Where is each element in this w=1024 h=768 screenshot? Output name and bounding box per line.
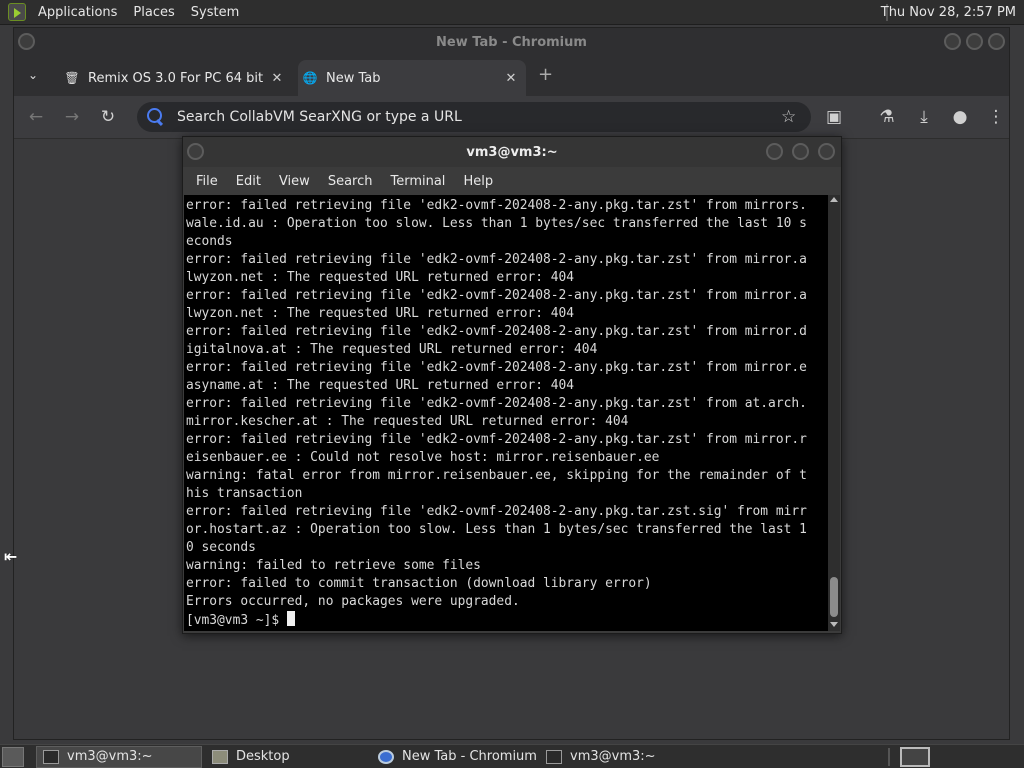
terminal-line: error: failed retrieving file 'edk2-ovmf… — [186, 432, 807, 447]
scroll-up-arrow-icon[interactable] — [830, 197, 838, 202]
window-title: New Tab - Chromium — [436, 34, 587, 50]
top-panel: Applications Places System Thu Nov 28, 2… — [0, 0, 1024, 25]
new-tab-plus-icon[interactable]: + — [538, 64, 553, 85]
bottom-taskbar: vm3@vm3:~ Desktop New Tab - Chromium vm3… — [0, 744, 1024, 768]
folder-icon — [212, 749, 228, 764]
clock[interactable]: Thu Nov 28, 2:57 PM — [877, 0, 1020, 25]
window-title: vm3@vm3:~ — [466, 144, 558, 160]
tray-separator — [888, 748, 890, 766]
minimize-button[interactable] — [944, 33, 961, 50]
window-menu-button[interactable] — [187, 143, 204, 160]
terminal-prompt-line: [vm3@vm3 ~]$ — [186, 611, 828, 630]
menu-edit[interactable]: Edit — [227, 174, 270, 189]
terminal-menubar: File Edit View Search Terminal Help — [183, 167, 841, 195]
distro-logo-icon[interactable] — [8, 3, 26, 21]
globe-icon: 🌐 — [302, 71, 318, 85]
terminal-line: warning: fatal error from mirror.reisenb… — [186, 468, 807, 483]
tab-search-chevron-down-icon[interactable]: ⌄ — [28, 68, 38, 82]
terminal-line: error: failed retrieving file 'edk2-ovmf… — [186, 504, 807, 519]
profile-avatar-icon[interactable]: ● — [948, 105, 972, 129]
terminal-line: eisenbauer.ee : Could not resolve host: … — [186, 450, 660, 465]
search-icon — [145, 107, 165, 127]
browser-toolbar: ← → ↻ Search CollabVM SearXNG or type a … — [14, 96, 1009, 138]
menu-search[interactable]: Search — [319, 174, 382, 189]
taskbar-item-label: vm3@vm3:~ — [570, 749, 656, 764]
kebab-menu-icon[interactable]: ⋮ — [984, 105, 1008, 129]
terminal-line: error: failed retrieving file 'edk2-ovmf… — [186, 198, 807, 213]
terminal-line: error: failed to commit transaction (dow… — [186, 576, 652, 591]
tab-close-icon[interactable]: ✕ — [268, 71, 286, 86]
taskbar-item-label: vm3@vm3:~ — [67, 749, 153, 764]
terminal-line: his transaction — [186, 486, 303, 501]
labs-flask-icon[interactable]: ⚗ — [875, 105, 899, 129]
terminal-line: 0 seconds — [186, 540, 256, 555]
maximize-button[interactable] — [966, 33, 983, 50]
tab-label: New Tab — [326, 70, 381, 86]
terminal-line: igitalnova.at : The requested URL return… — [186, 342, 598, 357]
tab-strip: ⌄ 🗑 Remix OS 3.0 For PC 64 bit L ✕ 🌐 New… — [14, 56, 1009, 96]
terminal-line: error: failed retrieving file 'edk2-ovmf… — [186, 360, 807, 375]
bookmark-star-icon[interactable]: ☆ — [781, 107, 801, 127]
taskbar-item-label: New Tab - Chromium — [402, 749, 537, 764]
tab-new-tab[interactable]: 🌐 New Tab ✕ — [298, 60, 526, 96]
taskbar-item-chromium[interactable]: New Tab - Chromium — [372, 746, 540, 768]
taskbar-item-desktop[interactable]: Desktop — [206, 746, 372, 768]
tab-close-icon[interactable]: ✕ — [502, 71, 520, 86]
taskbar-item-terminal[interactable]: vm3@vm3:~ — [36, 745, 202, 768]
terminal-line: error: failed retrieving file 'edk2-ovmf… — [186, 252, 807, 267]
chromium-titlebar[interactable]: New Tab - Chromium — [14, 28, 1009, 56]
terminal-prompt: [vm3@vm3 ~]$ — [186, 613, 287, 628]
terminal-text: error: failed retrieving file 'edk2-ovmf… — [184, 195, 828, 630]
menu-file[interactable]: File — [187, 174, 227, 189]
terminal-line: or.hostart.az : Operation too slow. Less… — [186, 522, 807, 537]
menu-system[interactable]: System — [183, 0, 247, 25]
terminal-titlebar[interactable]: vm3@vm3:~ — [183, 137, 841, 167]
terminal-line: Errors occurred, no packages were upgrad… — [186, 594, 520, 609]
terminal-icon — [43, 749, 59, 764]
download-icon[interactable]: ⤓ — [912, 105, 936, 129]
terminal-output[interactable]: error: failed retrieving file 'edk2-ovmf… — [184, 195, 828, 631]
terminal-line: wale.id.au : Operation too slow. Less th… — [186, 216, 807, 231]
close-button[interactable] — [818, 143, 835, 160]
terminal-line: warning: failed to retrieve some files — [186, 558, 481, 573]
terminal-line: lwyzon.net : The requested URL returned … — [186, 270, 575, 285]
terminal-line: lwyzon.net : The requested URL returned … — [186, 306, 575, 321]
scrollbar-thumb[interactable] — [830, 577, 838, 617]
menu-help[interactable]: Help — [454, 174, 502, 189]
menu-places[interactable]: Places — [125, 0, 182, 25]
terminal-line: error: failed retrieving file 'edk2-ovmf… — [186, 324, 807, 339]
text-cursor — [286, 611, 295, 626]
extensions-puzzle-icon[interactable]: ▣ — [822, 105, 846, 129]
window-menu-button[interactable] — [18, 33, 35, 50]
terminal-line: error: failed retrieving file 'edk2-ovmf… — [186, 396, 807, 411]
menu-applications[interactable]: Applications — [30, 0, 125, 25]
tab-remix-os[interactable]: 🗑 Remix OS 3.0 For PC 64 bit L ✕ — [60, 60, 292, 96]
address-bar-placeholder: Search CollabVM SearXNG or type a URL — [177, 109, 462, 125]
resize-cursor-icon: ⇤ — [4, 547, 18, 566]
minimize-button[interactable] — [766, 143, 783, 160]
back-arrow-icon[interactable]: ← — [24, 105, 48, 129]
taskbar-item-terminal-2[interactable]: vm3@vm3:~ — [540, 746, 706, 768]
workspace-switcher[interactable] — [900, 747, 930, 767]
chromium-icon — [378, 749, 394, 764]
terminal-line: econds — [186, 234, 233, 249]
terminal-line: mirror.kescher.at : The requested URL re… — [186, 414, 629, 429]
maximize-button[interactable] — [792, 143, 809, 160]
show-desktop-button[interactable] — [2, 746, 24, 767]
terminal-line: error: failed retrieving file 'edk2-ovmf… — [186, 288, 807, 303]
scroll-down-arrow-icon[interactable] — [830, 622, 838, 627]
forward-arrow-icon[interactable]: → — [60, 105, 84, 129]
tab-label: Remix OS 3.0 For PC 64 bit L — [88, 70, 268, 86]
reload-icon[interactable]: ↻ — [96, 105, 120, 129]
terminal-icon — [546, 749, 562, 764]
address-bar[interactable]: Search CollabVM SearXNG or type a URL ☆ — [137, 102, 811, 132]
terminal-line: asyname.at : The requested URL returned … — [186, 378, 575, 393]
terminal-window: vm3@vm3:~ File Edit View Search Terminal… — [182, 136, 842, 634]
trash-icon: 🗑 — [64, 71, 80, 85]
taskbar-item-label: Desktop — [236, 749, 290, 764]
close-button[interactable] — [988, 33, 1005, 50]
menu-terminal[interactable]: Terminal — [381, 174, 454, 189]
menu-view[interactable]: View — [270, 174, 319, 189]
terminal-scrollbar[interactable] — [828, 195, 840, 631]
